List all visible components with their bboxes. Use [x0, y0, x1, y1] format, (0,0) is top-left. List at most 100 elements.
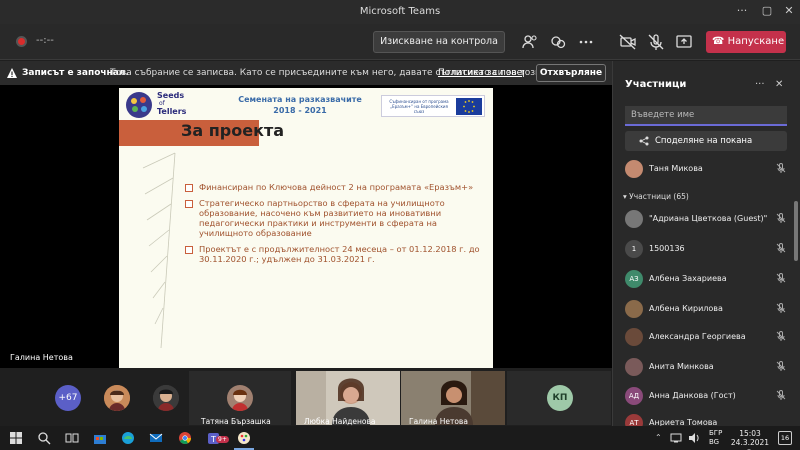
share-invite-label: Споделяне на покана [655, 136, 753, 146]
more-options-icon[interactable]: ··· [755, 79, 765, 90]
participant-avatar [625, 300, 643, 318]
mic-muted-icon [776, 361, 786, 371]
chrome-icon[interactable] [177, 430, 193, 446]
taskbar-clock[interactable]: 15:03 24.3.2021 г. [728, 429, 772, 450]
slide-title: За проекта [181, 121, 285, 140]
participant-row[interactable]: АТ Анриета Томова [625, 411, 793, 426]
windows-taskbar: T 9+ ⌃ БГР BG 15:03 24.3.2021 г. 16 [0, 426, 800, 450]
meeting-timer: --:-- [36, 35, 54, 46]
eu-flag-icon [456, 98, 482, 115]
teams-window: Microsoft Teams ··· ▢ ✕ --:-- Изискване … [0, 0, 800, 450]
participant-row[interactable]: Анита Минкова [625, 355, 793, 379]
share-icon [639, 136, 649, 146]
meeting-toolbar: --:-- Изискване на контрола ☎ Напускане [0, 24, 800, 60]
network-icon[interactable] [670, 432, 682, 444]
edge-icon[interactable] [120, 430, 136, 446]
mic-muted-icon [776, 163, 786, 173]
participant-row[interactable]: Александра Георгиева [625, 325, 793, 349]
video-tile-tatyana[interactable]: Татяна Бързашка [189, 371, 291, 426]
close-panel-icon[interactable]: ✕ [775, 79, 783, 90]
participant-row[interactable]: 1 1500136 [625, 237, 793, 261]
participant-row[interactable]: Албена Кирилова [625, 297, 793, 321]
video-tile-kp[interactable]: КП [507, 371, 611, 425]
presenter-row[interactable]: Таня Микова [625, 157, 793, 181]
store-icon[interactable] [92, 430, 108, 446]
participant-avatar[interactable] [153, 385, 179, 411]
participant-search-input[interactable]: Въведете име [625, 106, 787, 126]
language-indicator[interactable]: БГР BG [709, 429, 722, 447]
privacy-policy-link[interactable]: Политика за поверителност [438, 68, 524, 78]
eu-cofunded-text: Съфинансиран от програма „Еразъм+“ на Ев… [389, 99, 449, 114]
person-photo-icon [153, 385, 179, 411]
participant-avatar [625, 358, 643, 376]
participant-row[interactable]: АД Анна Данкова (Гост) [625, 384, 793, 408]
slide-bullet: Стратегическо партньорство в сферата на … [185, 198, 485, 238]
more-participants-badge[interactable]: +67 [55, 385, 81, 411]
tile-name: Любка Найденова [304, 417, 376, 426]
slide-header-title: Семената на разказвачите [238, 95, 362, 104]
tile-name: Татяна Бързашка [201, 417, 271, 426]
presenter-name-label: Таня Микова [649, 164, 703, 173]
logo-icon [126, 92, 152, 118]
windows-start-icon[interactable] [8, 430, 24, 446]
volume-icon[interactable] [688, 432, 700, 444]
close-icon[interactable]: ✕ [782, 4, 796, 18]
recording-icon [16, 36, 27, 47]
leave-button[interactable]: ☎ Напускане [706, 31, 786, 53]
participant-avatar: АТ [625, 414, 643, 426]
notifications-icon[interactable]: 16 [778, 431, 792, 445]
title-bar: Microsoft Teams ··· ▢ ✕ [0, 0, 800, 24]
mic-muted-icon [776, 390, 786, 400]
clock-date: 24.3.2021 г. [730, 438, 770, 450]
presentation-slide: Seeds of Tellers Семената на разказвачит… [119, 88, 493, 368]
slide-bullet: Финансиран по Ключова дейност 2 на прогр… [185, 182, 485, 192]
warning-icon [7, 68, 17, 78]
participants-icon[interactable] [520, 32, 540, 52]
teams-badge: 9+ [216, 436, 229, 443]
logo-text-top: Seeds [157, 91, 185, 100]
tile-name: Галина Нетова [409, 417, 468, 426]
eu-cofunded-box: Съфинансиран от програма „Еразъм+“ на Ев… [381, 95, 485, 117]
more-icon[interactable]: ··· [735, 4, 749, 18]
attendee-count-label: Участници (65) [629, 192, 689, 201]
shared-content-stage: Seeds of Tellers Семената на разказвачит… [0, 85, 612, 368]
window-title: Microsoft Teams [359, 6, 441, 17]
participant-name: 1500136 [649, 244, 685, 253]
mic-muted-icon [776, 303, 786, 313]
attendee-count[interactable]: ▾ Участници (65) [623, 192, 689, 201]
slide-body: Финансиран по Ключова дейност 2 на прогр… [185, 182, 485, 270]
reject-button[interactable]: Отхвърляне [536, 64, 606, 82]
panel-scrollbar[interactable] [794, 201, 798, 261]
search-icon[interactable] [36, 430, 52, 446]
more-actions-icon[interactable] [576, 32, 596, 52]
share-screen-icon[interactable] [674, 32, 694, 52]
clock-time: 15:03 [739, 429, 761, 438]
recording-banner: Записът е започнал. Това събрание се зап… [0, 61, 612, 85]
participant-name: Албена Захариева [649, 274, 727, 283]
seeds-of-tellers-logo: Seeds of Tellers [125, 91, 205, 119]
video-tile-galina[interactable]: Галина Нетова [401, 371, 505, 426]
participant-avatar[interactable] [104, 385, 130, 411]
share-invite-button[interactable]: Споделяне на покана [625, 131, 787, 151]
participant-row[interactable]: "Адриана Цветкова (Guest)" ... [625, 207, 793, 231]
mic-off-icon[interactable] [646, 32, 666, 52]
phone-icon: ☎ [712, 36, 728, 47]
participant-row[interactable]: АЗ Албена Захариева [625, 267, 793, 291]
maximize-icon[interactable]: ▢ [760, 4, 774, 18]
participant-avatar: АД [625, 387, 643, 405]
leave-label: Напускане [727, 36, 785, 47]
reactions-icon[interactable] [548, 32, 568, 52]
video-tile-lyubka[interactable]: Любка Найденова [296, 371, 400, 426]
person-photo-icon [104, 385, 130, 411]
camera-off-icon[interactable] [618, 32, 638, 52]
mic-muted-icon [776, 243, 786, 253]
tray-chevron-icon[interactable]: ⌃ [655, 433, 662, 442]
mic-muted-icon [776, 273, 786, 283]
mail-icon[interactable] [148, 430, 164, 446]
paint-icon[interactable] [236, 430, 252, 446]
task-view-icon[interactable] [64, 430, 80, 446]
take-control-button[interactable]: Изискване на контрола [373, 31, 505, 53]
logo-text-bottom: Tellers [157, 107, 187, 116]
logo-text-of: of [159, 100, 165, 107]
mic-muted-icon [776, 331, 786, 341]
